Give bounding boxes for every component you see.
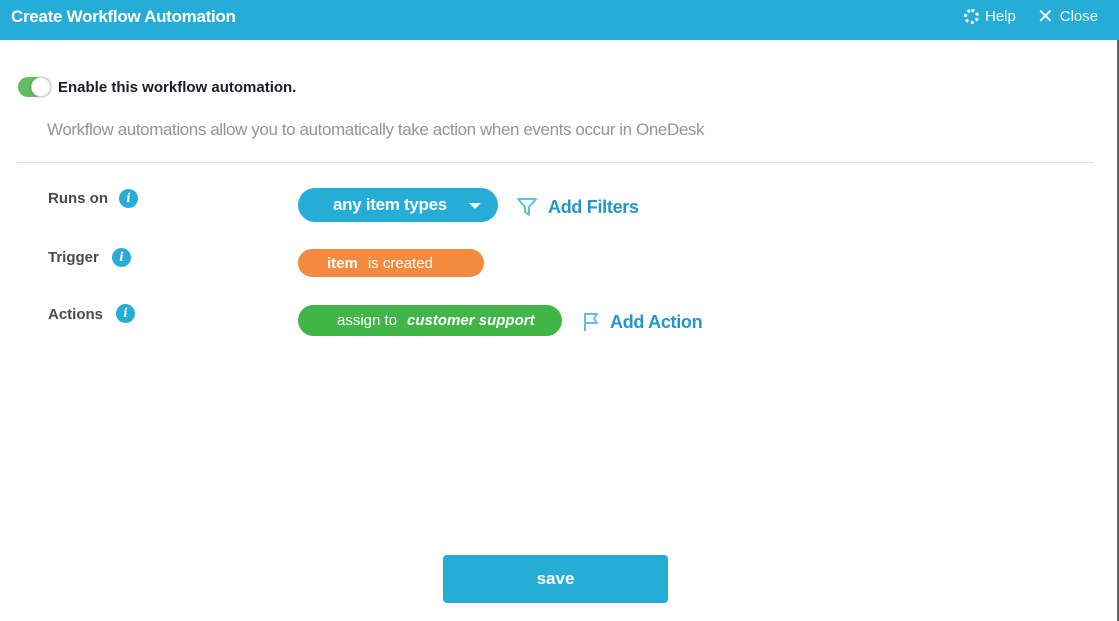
enable-label: Enable this workflow automation. — [58, 79, 297, 96]
enable-toggle[interactable] — [18, 77, 51, 97]
divider — [17, 162, 1094, 163]
add-filters-label: Add Filters — [548, 196, 639, 217]
item-types-value: any item types — [333, 195, 447, 214]
close-icon: ✕ — [1037, 5, 1054, 28]
add-action-label: Add Action — [610, 311, 703, 332]
toggle-knob — [31, 77, 51, 97]
help-button[interactable]: Help — [964, 8, 1016, 25]
add-filters-link[interactable]: Add Filters — [516, 196, 639, 218]
action-target: customer support — [407, 312, 535, 329]
actions-label: Actions — [48, 306, 104, 323]
dialog-title: Create Workflow Automation — [11, 7, 236, 26]
flag-icon — [584, 313, 598, 331]
save-button[interactable]: save — [443, 555, 668, 603]
trigger-pill[interactable]: item is created — [298, 249, 484, 277]
action-pill[interactable]: assign to customer support — [298, 305, 562, 336]
lifebuoy-icon — [964, 9, 979, 24]
action-verb: assign to — [337, 312, 398, 329]
actions-info-icon[interactable]: i — [116, 304, 135, 323]
trigger-info-icon[interactable]: i — [112, 248, 131, 267]
runs-on-label: Runs on — [48, 190, 108, 207]
runs-on-info-icon[interactable]: i — [119, 189, 138, 208]
trigger-label: Trigger — [48, 249, 99, 266]
help-label: Help — [985, 8, 1016, 25]
close-label: Close — [1059, 8, 1099, 25]
item-types-dropdown[interactable]: any item types — [298, 188, 498, 222]
chevron-down-icon — [469, 203, 481, 209]
description-text: Workflow automations allow you to automa… — [47, 120, 705, 139]
close-button[interactable]: ✕ Close — [1037, 5, 1099, 28]
filter-icon — [517, 198, 537, 216]
add-action-link[interactable]: Add Action — [582, 311, 703, 333]
trigger-subject: item — [327, 254, 358, 272]
trigger-event: is created — [367, 254, 433, 272]
dialog-header: Create Workflow Automation Help ✕ Close — [0, 0, 1119, 40]
